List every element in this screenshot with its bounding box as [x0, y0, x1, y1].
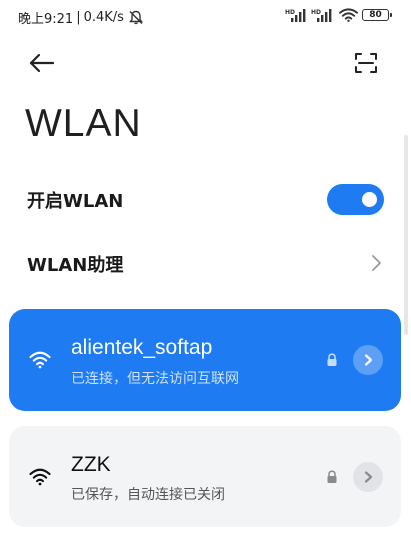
- network-card-saved[interactable]: ZZK 已保存，自动连接已关闭: [9, 426, 401, 527]
- wlan-assistant-label: WLAN助理: [27, 255, 124, 276]
- lock-icon: [327, 470, 337, 483]
- network-status: 已保存，自动连接已关闭: [71, 487, 225, 503]
- wlan-toggle[interactable]: [327, 184, 384, 215]
- chevron-right-icon: [364, 471, 373, 483]
- back-button[interactable]: [26, 48, 58, 78]
- status-right: HD HD 80: [285, 8, 392, 22]
- status-left: 晚上9:21 | 0.4K/s: [18, 8, 144, 27]
- scan-icon: [355, 53, 377, 73]
- wifi-icon: [29, 468, 51, 486]
- page-title: WLAN: [25, 102, 142, 145]
- network-name: alientek_softap: [71, 336, 213, 359]
- network-status: 已连接，但无法访问互联网: [71, 371, 239, 387]
- toggle-knob: [362, 192, 377, 207]
- battery-icon: 80: [362, 9, 392, 21]
- wlan-assistant-row[interactable]: WLAN助理: [0, 238, 411, 288]
- battery-level: 80: [369, 9, 382, 20]
- wifi-icon: [339, 8, 358, 22]
- hd-signal-icon: HD: [311, 8, 333, 22]
- hd-signal-icon: HD: [285, 8, 307, 22]
- status-time: 晚上9:21: [18, 12, 74, 27]
- wifi-icon: [29, 351, 51, 369]
- network-details-button[interactable]: [353, 345, 383, 375]
- chevron-right-icon: [372, 255, 381, 271]
- network-card-connected[interactable]: alientek_softap 已连接，但无法访问互联网: [9, 309, 401, 411]
- arrow-left-icon: [29, 53, 55, 73]
- svg-text:HD: HD: [311, 9, 321, 16]
- lock-icon: [327, 353, 337, 366]
- scan-qr-button[interactable]: [350, 48, 382, 78]
- chevron-right-icon: [364, 354, 373, 366]
- svg-text:HD: HD: [285, 9, 295, 16]
- scroll-indicator[interactable]: [404, 135, 408, 335]
- network-speed: 0.4K/s: [83, 10, 124, 25]
- enable-wlan-row[interactable]: 开启WLAN: [0, 174, 411, 224]
- network-name: ZZK: [71, 453, 111, 476]
- status-bar: 晚上9:21 | 0.4K/s HD HD 80: [0, 0, 411, 34]
- network-details-button[interactable]: [353, 462, 383, 492]
- mute-bell-icon: [128, 10, 144, 25]
- enable-wlan-label: 开启WLAN: [27, 191, 124, 212]
- status-separator: |: [76, 10, 81, 25]
